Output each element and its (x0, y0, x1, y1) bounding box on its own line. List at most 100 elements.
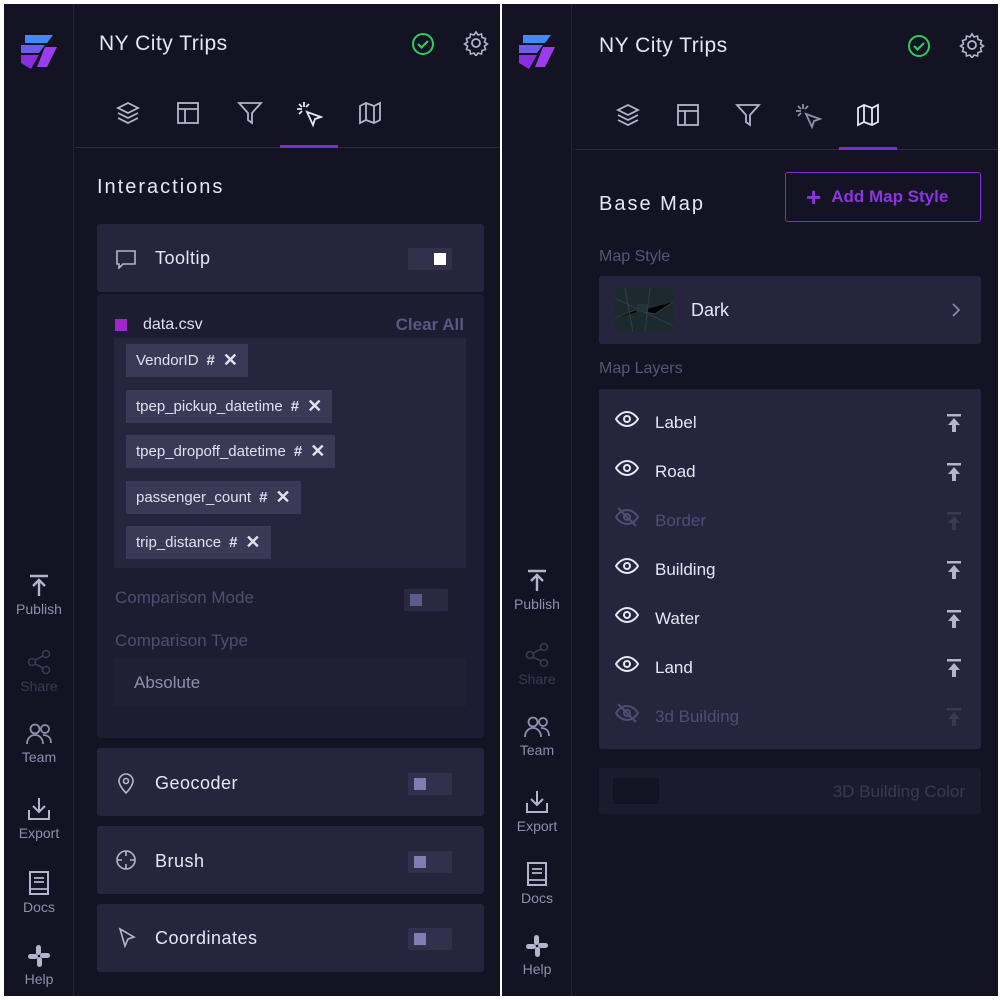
tab-filter[interactable] (221, 100, 279, 148)
eye-off-icon[interactable] (614, 507, 640, 532)
map-layer-row: Road (599, 450, 981, 494)
geocoder-toggle[interactable] (408, 773, 452, 795)
coordinates-card[interactable]: Coordinates (97, 904, 484, 972)
base-map-title: Base Map (599, 193, 706, 215)
building-color-swatch[interactable] (613, 778, 659, 804)
team-button[interactable]: Team (502, 715, 572, 775)
export-button[interactable]: Export (4, 796, 74, 856)
app-title: NY City Trips (599, 34, 728, 57)
publish-button[interactable]: Publish (4, 574, 74, 634)
map-layer-row: 3d Building (599, 695, 981, 739)
help-label: Help (24, 971, 54, 987)
docs-button[interactable]: Docs (4, 870, 74, 930)
tab-layers[interactable] (99, 100, 157, 148)
toggle-knob (434, 253, 446, 265)
add-map-style-label: Add Map Style (831, 187, 949, 206)
team-icon (524, 716, 550, 738)
field-chip[interactable]: trip_distance # ✕ (126, 526, 271, 559)
tab-filter[interactable] (719, 102, 777, 150)
check-circle-icon (411, 32, 435, 61)
tooltip-label: Tooltip (155, 248, 211, 268)
toggle-knob (414, 856, 426, 868)
chevron-right-icon (952, 303, 961, 317)
tab-layers[interactable] (599, 102, 657, 150)
eye-icon[interactable] (614, 654, 640, 679)
tab-interactions[interactable] (280, 100, 338, 148)
toggle-knob (414, 933, 426, 945)
brush-label: Brush (155, 851, 205, 871)
add-map-style-button[interactable]: + Add Map Style (785, 172, 981, 222)
export-button[interactable]: Export (502, 789, 572, 849)
field-chip[interactable]: VendorID # ✕ (126, 344, 248, 377)
field-chip[interactable]: passenger_count # ✕ (126, 481, 301, 514)
move-to-top-icon[interactable] (947, 414, 961, 437)
map-layer-name: Building (655, 560, 716, 579)
filter-icon (735, 104, 761, 127)
field-name: passenger_count (136, 489, 252, 506)
publish-label: Publish (16, 601, 62, 617)
map-layer-name: Label (655, 413, 697, 432)
comparison-mode-label: Comparison Mode (115, 588, 254, 607)
eye-icon[interactable] (614, 556, 640, 581)
share-label: Share (20, 678, 58, 694)
move-to-top-icon[interactable] (947, 512, 961, 535)
tooltip-toggle[interactable] (408, 248, 452, 270)
team-label: Team (21, 749, 57, 765)
move-to-top-icon[interactable] (947, 463, 961, 486)
number-type-icon: # (293, 443, 303, 460)
panel-tabs (75, 90, 500, 148)
app-logo-icon[interactable] (17, 29, 61, 73)
brush-toggle[interactable] (408, 851, 452, 873)
pointer-icon (118, 927, 136, 949)
base-map-screen: Publish Share Team Export Docs Help NY C… (502, 4, 998, 996)
publish-button[interactable]: Publish (502, 569, 572, 629)
share-button[interactable]: Share (4, 649, 74, 709)
geocoder-card[interactable]: Geocoder (97, 748, 484, 816)
app-logo-icon[interactable] (515, 29, 559, 73)
tab-base-map[interactable] (341, 100, 399, 148)
close-icon[interactable]: ✕ (275, 487, 290, 508)
team-button[interactable]: Team (4, 722, 74, 782)
gear-icon[interactable] (463, 30, 489, 61)
eye-icon[interactable] (614, 409, 640, 434)
building-color-row[interactable]: 3D Building Color (599, 768, 981, 814)
map-layer-name: Water (655, 609, 700, 628)
close-icon[interactable]: ✕ (245, 532, 260, 553)
map-layer-row: Water (599, 597, 981, 641)
close-icon[interactable]: ✕ (223, 350, 238, 371)
share-button[interactable]: Share (502, 642, 572, 702)
share-label: Share (518, 671, 556, 687)
coordinates-toggle[interactable] (408, 928, 452, 950)
move-to-top-icon[interactable] (947, 561, 961, 584)
brush-card[interactable]: Brush (97, 826, 484, 894)
move-to-top-icon[interactable] (947, 708, 961, 731)
publish-label: Publish (514, 596, 560, 612)
tab-interactions[interactable] (779, 102, 837, 150)
map-style-select[interactable]: Dark (599, 276, 981, 344)
map-layer-name: Border (655, 511, 707, 530)
eye-icon[interactable] (614, 605, 640, 630)
gear-icon[interactable] (959, 32, 985, 63)
share-icon (27, 649, 51, 675)
tab-layout[interactable] (159, 100, 217, 148)
tooltip-card[interactable]: Tooltip (97, 224, 484, 292)
field-chip[interactable]: tpep_pickup_datetime # ✕ (126, 390, 333, 423)
comparison-type-select[interactable]: Absolute (113, 658, 467, 706)
move-to-top-icon[interactable] (947, 659, 961, 682)
tab-layout[interactable] (659, 102, 717, 150)
tab-base-map[interactable] (839, 102, 897, 150)
comparison-mode-toggle[interactable] (404, 589, 448, 611)
help-button[interactable]: Help (502, 934, 572, 994)
docs-button[interactable]: Docs (502, 861, 572, 921)
field-chip[interactable]: tpep_dropoff_datetime # ✕ (126, 435, 336, 468)
close-icon[interactable]: ✕ (310, 441, 325, 462)
close-icon[interactable]: ✕ (307, 396, 322, 417)
eye-icon[interactable] (614, 458, 640, 483)
eye-off-icon[interactable] (614, 703, 640, 728)
help-button[interactable]: Help (4, 944, 74, 996)
tooltip-field-list: VendorID # ✕ tpep_pickup_datetime # ✕ tpep_d… (114, 338, 466, 568)
interactions-title: Interactions (97, 176, 225, 198)
tooltip-config: data.csv Clear All VendorID # ✕ tpep_picku… (97, 294, 484, 738)
clear-all-button[interactable]: Clear All (396, 315, 464, 335)
move-to-top-icon[interactable] (947, 610, 961, 633)
